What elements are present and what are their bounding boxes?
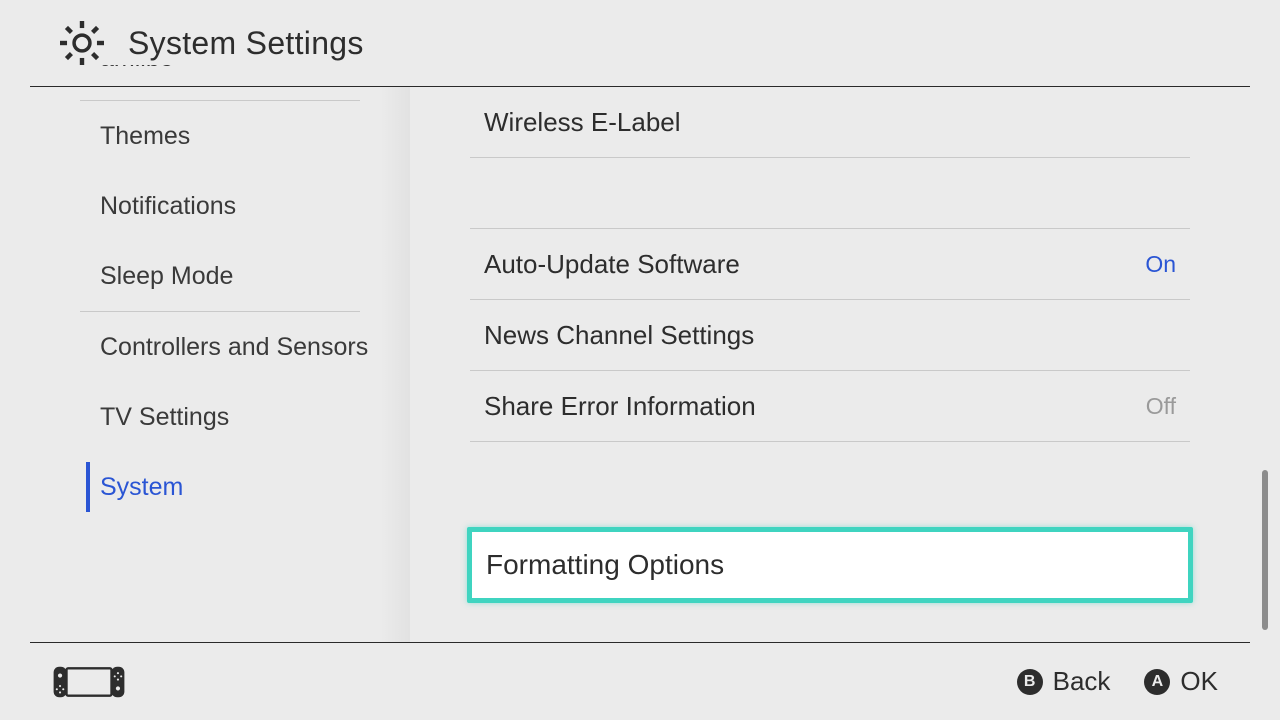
hint-back[interactable]: B Back: [1017, 666, 1111, 697]
option-blank-spacer: [470, 158, 1190, 229]
sidebar-item-label: TV Settings: [100, 403, 229, 432]
hint-label: Back: [1053, 666, 1111, 697]
sidebar-item-label: Notifications: [100, 192, 236, 221]
page-title: System Settings: [128, 25, 364, 62]
footer: B Back A OK: [30, 642, 1250, 720]
sidebar-item-controllers-and-sensors[interactable]: Controllers and Sensors: [30, 312, 410, 382]
sidebar-item-sleep-mode[interactable]: Sleep Mode: [30, 241, 410, 311]
sidebar-item-label: amiibo: [100, 65, 174, 73]
sidebar-item-amiibo[interactable]: amiibo: [30, 65, 410, 100]
option-label: Formatting Options: [486, 549, 724, 581]
sidebar-item-label: Sleep Mode: [100, 262, 233, 291]
sidebar-item-themes[interactable]: Themes: [30, 101, 410, 171]
option-news-channel-settings[interactable]: News Channel Settings: [470, 300, 1190, 371]
settings-gear-icon: [60, 21, 104, 65]
sidebar-item-tv-settings[interactable]: TV Settings: [30, 382, 410, 452]
hint-ok[interactable]: A OK: [1144, 666, 1218, 697]
option-formatting-options[interactable]: Formatting Options: [467, 527, 1193, 603]
sidebar-item-label: Controllers and Sensors: [100, 333, 368, 362]
option-auto-update-software[interactable]: Auto-Update Software On: [470, 229, 1190, 300]
option-value: Off: [1146, 393, 1176, 420]
scrollbar[interactable]: [1262, 470, 1268, 630]
hint-label: OK: [1180, 666, 1218, 697]
option-label: Share Error Information: [484, 391, 756, 422]
option-label: Wireless E-Label: [484, 107, 681, 138]
sidebar-item-notifications[interactable]: Notifications: [30, 171, 410, 241]
sidebar: amiibo Themes Notifications Sleep Mode C…: [30, 65, 410, 642]
sidebar-item-label: System: [100, 473, 183, 502]
a-button-icon: A: [1144, 669, 1170, 695]
main-panel: Wireless E-Label Auto-Update Software On…: [410, 87, 1250, 642]
controller-icon: [52, 665, 126, 699]
option-label: Auto-Update Software: [484, 249, 740, 280]
b-button-icon: B: [1017, 669, 1043, 695]
option-wireless-e-label[interactable]: Wireless E-Label: [470, 87, 1190, 158]
option-share-error-information[interactable]: Share Error Information Off: [470, 371, 1190, 442]
option-value: On: [1145, 251, 1176, 278]
sidebar-item-system[interactable]: System: [30, 452, 410, 522]
option-label: News Channel Settings: [484, 320, 754, 351]
sidebar-item-label: Themes: [100, 122, 190, 151]
